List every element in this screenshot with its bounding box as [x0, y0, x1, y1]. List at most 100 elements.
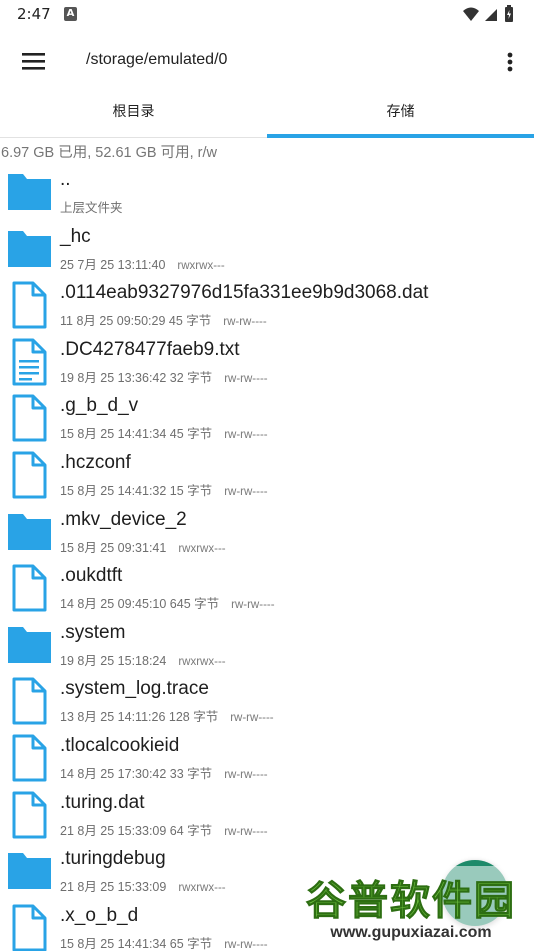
- current-path: /storage/emulated/0: [86, 51, 228, 68]
- file-date-size: 14 8月 25 17:30:42 33 字节: [60, 766, 213, 781]
- file-name: .mkv_device_2: [60, 508, 187, 530]
- file-permissions: rw-rw----: [224, 825, 268, 838]
- hamburger-menu-icon[interactable]: [13, 42, 53, 82]
- file-permissions: rw-rw----: [230, 712, 274, 725]
- file-name: .tlocalcookieid: [60, 734, 180, 756]
- file-name: .system: [60, 621, 126, 643]
- watermark-title: 谷普软件园: [306, 878, 516, 925]
- file-name: .oukdtft: [60, 565, 123, 587]
- notification-a-icon: A: [64, 7, 77, 21]
- file-meta: 15 8月 25 14:41:34 65 字节 rw-rw----: [60, 933, 268, 951]
- file-date-size: 15 8月 25 14:41:34 65 字节: [60, 936, 213, 951]
- file-meta: 15 8月 25 14:41:34 45 字节 rw-rw----: [60, 423, 268, 442]
- file-row[interactable]: .g_b_d_v 15 8月 25 14:41:34 45 字节 rw-rw----: [0, 390, 534, 447]
- file-name: .g_b_d_v: [60, 395, 139, 417]
- file-name: .turing.dat: [60, 791, 145, 813]
- file-date-size: 13 8月 25 14:11:26 128 字节: [60, 710, 219, 725]
- file-row[interactable]: .turing.dat 21 8月 25 15:33:09 64 字节 rw-rw-…: [0, 787, 534, 844]
- file-permissions: rw-rw----: [223, 316, 267, 329]
- file-meta: 19 8月 25 13:36:42 32 字节 rw-rw----: [60, 367, 268, 386]
- status-bar: 2:47 A: [0, 0, 534, 30]
- file-date-size: 19 8月 25 15:18:24: [60, 653, 167, 668]
- file-icon: [5, 677, 53, 725]
- file-row[interactable]: .system_log.trace 13 8月 25 14:11:26 128 字…: [0, 673, 534, 730]
- file-name: .0114eab9327976d15fa331ee9b9d3068.dat: [60, 282, 429, 304]
- file-row[interactable]: .DC4278477faeb9.txt 19 8月 25 13:36:42 32 …: [0, 334, 534, 391]
- file-date-size: 25 7月 25 13:11:40: [60, 257, 166, 272]
- file-meta: 21 8月 25 15:33:09 64 字节 rw-rw----: [60, 820, 268, 839]
- file-meta: 14 8月 25 09:45:10 645 字节 rw-rw----: [60, 593, 275, 612]
- file-icon: [5, 564, 53, 612]
- storage-info: 6.97 GB 已用, 52.61 GB 可用, r/w: [1, 145, 217, 161]
- file-row[interactable]: .mkv_device_2 15 8月 25 09:31:41 rwxrwx---: [0, 504, 534, 561]
- file-row[interactable]: .system 19 8月 25 15:18:24 rwxrwx---: [0, 617, 534, 674]
- file-name: .system_log.trace: [60, 678, 209, 700]
- file-name: .x_o_b_d: [60, 904, 139, 926]
- file-date-size: 21 8月 25 15:33:09 64 字节: [60, 823, 213, 838]
- file-list: .. 上层文件夹 _hc 25 7月 25 13:11:40 rwxrwx--- .011…: [0, 164, 534, 951]
- file-meta: 15 8月 25 09:31:41 rwxrwx---: [60, 537, 226, 556]
- file-permissions: rw-rw----: [224, 938, 268, 951]
- file-row[interactable]: .hczconf 15 8月 25 14:41:32 15 字节 rw-rw----: [0, 447, 534, 504]
- file-permissions: rwxrwx---: [177, 259, 225, 272]
- file-permissions: rwxrwx---: [178, 655, 226, 668]
- file-date-size: 15 8月 25 14:41:32 15 字节: [60, 483, 213, 498]
- file-permissions: rw-rw----: [224, 429, 268, 442]
- file-icon: [5, 451, 53, 499]
- file-meta: 19 8月 25 15:18:24 rwxrwx---: [60, 650, 226, 669]
- file-meta: 11 8月 25 09:50:29 45 字节 rw-rw----: [60, 310, 267, 329]
- file-icon: [5, 904, 53, 951]
- file-name: ..: [60, 169, 71, 190]
- file-permissions: rw-rw----: [224, 485, 268, 498]
- file-meta: 上层文件夹: [60, 197, 123, 216]
- tab-root-directory[interactable]: 根目录: [0, 94, 267, 138]
- file-name: .turingdebug: [60, 848, 166, 870]
- status-time: 2:47: [17, 5, 51, 23]
- folder-icon: [5, 508, 53, 556]
- file-row[interactable]: _hc 25 7月 25 13:11:40 rwxrwx---: [0, 221, 534, 278]
- watermark-url: www.gupuxiazai.com: [330, 924, 492, 941]
- file-icon: [5, 394, 53, 442]
- file-permissions: rwxrwx---: [178, 542, 226, 555]
- folder-icon: [5, 225, 53, 273]
- file-row[interactable]: .tlocalcookieid 14 8月 25 17:30:42 33 字节 rw…: [0, 730, 534, 787]
- folder-icon: [5, 847, 53, 895]
- file-name: _hc: [60, 225, 91, 247]
- battery-icon: [505, 5, 513, 22]
- file-meta: 21 8月 25 15:33:09 rwxrwx---: [60, 876, 226, 895]
- app-toolbar: /storage/emulated/0: [0, 30, 534, 94]
- file-date-size: 上层文件夹: [60, 201, 123, 215]
- file-row[interactable]: .. 上层文件夹: [0, 164, 534, 221]
- folder-icon: [5, 621, 53, 669]
- file-meta: 13 8月 25 14:11:26 128 字节 rw-rw----: [60, 706, 274, 725]
- wifi-icon: [463, 7, 479, 21]
- file-permissions: rwxrwx---: [178, 882, 226, 895]
- file-icon: [5, 281, 53, 329]
- folder-icon: [5, 168, 53, 216]
- status-icons: [462, 5, 518, 25]
- text-file-icon: [5, 338, 53, 386]
- file-date-size: 21 8月 25 15:33:09: [60, 880, 167, 895]
- tab-indicator: [267, 134, 534, 138]
- file-date-size: 15 8月 25 09:31:41: [60, 540, 167, 555]
- file-permissions: rw-rw----: [231, 599, 275, 612]
- tab-bar: 根目录 存储: [0, 94, 534, 138]
- file-date-size: 14 8月 25 09:45:10 645 字节: [60, 597, 220, 612]
- file-meta: 14 8月 25 17:30:42 33 字节 rw-rw----: [60, 763, 268, 782]
- file-icon: [5, 791, 53, 839]
- more-vert-icon[interactable]: [496, 42, 524, 82]
- file-meta: 25 7月 25 13:11:40 rwxrwx---: [60, 254, 225, 273]
- file-icon: [5, 734, 53, 782]
- file-permissions: rw-rw----: [224, 768, 268, 781]
- file-name: .hczconf: [60, 451, 131, 473]
- file-name: .DC4278477faeb9.txt: [60, 338, 240, 360]
- tab-storage[interactable]: 存储: [267, 94, 534, 138]
- file-date-size: 15 8月 25 14:41:34 45 字节: [60, 427, 213, 442]
- file-date-size: 19 8月 25 13:36:42 32 字节: [60, 370, 213, 385]
- signal-icon: [485, 9, 497, 21]
- file-row[interactable]: .oukdtft 14 8月 25 09:45:10 645 字节 rw-rw---…: [0, 560, 534, 617]
- file-permissions: rw-rw----: [224, 372, 268, 385]
- file-date-size: 11 8月 25 09:50:29 45 字节: [60, 314, 212, 329]
- file-row[interactable]: .0114eab9327976d15fa331ee9b9d3068.dat 11 …: [0, 277, 534, 334]
- watermark: 谷普软件园 www.gupuxiazai.com: [292, 866, 530, 946]
